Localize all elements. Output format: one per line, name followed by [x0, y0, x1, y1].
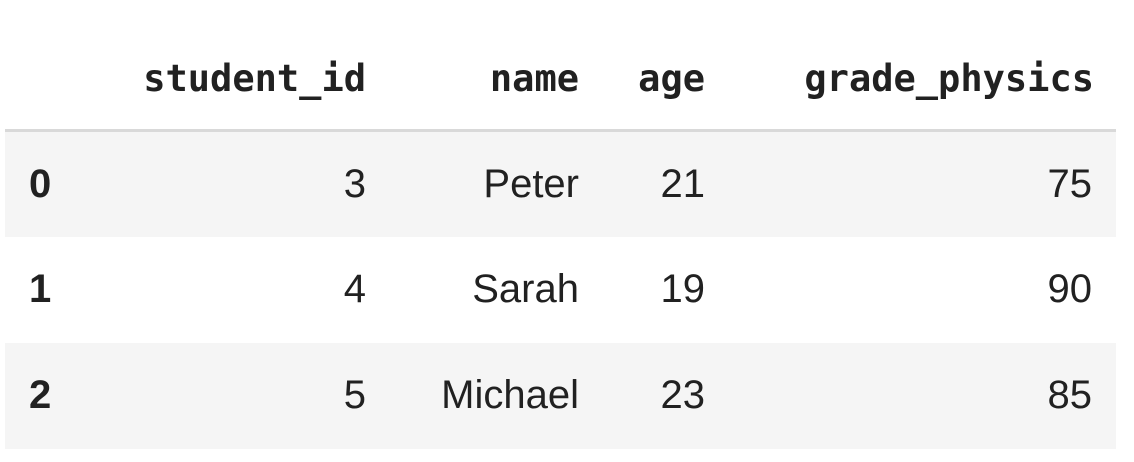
cell-grade-physics: 90: [1047, 267, 1093, 311]
column-header-grade-physics: grade_physics: [705, 27, 1116, 132]
cell-age: 23: [660, 373, 706, 417]
dataframe-table: student_id name age grade_physics 0 3 Pe…: [5, 27, 1116, 449]
table-header: student_id name age grade_physics: [5, 27, 1116, 132]
cell-name: Peter: [483, 161, 579, 206]
cell-name: Sarah: [472, 267, 579, 311]
column-header-student-id: student_id: [105, 27, 366, 132]
cell-student-id: 4: [343, 267, 366, 311]
table-body: 0 3 Peter 21 75 1 4 Sarah 19 90 2 5 Mich…: [5, 130, 1116, 449]
index-header: [5, 27, 105, 132]
column-header-name: name: [366, 27, 579, 132]
table-row: 1 4 Sarah 19 90: [5, 236, 1116, 343]
row-index: 0: [29, 161, 52, 206]
cell-grade-physics: 75: [1047, 161, 1093, 206]
cell-age: 21: [660, 161, 706, 206]
table-row: 2 5 Michael 23 85: [5, 342, 1116, 449]
cell-student-id: 5: [343, 373, 366, 417]
cell-age: 19: [660, 267, 706, 311]
row-index: 1: [29, 267, 52, 311]
cell-name: Michael: [441, 373, 579, 417]
column-header-age: age: [579, 27, 705, 132]
cell-student-id: 3: [343, 161, 366, 206]
row-index: 2: [29, 373, 52, 417]
table-row: 0 3 Peter 21 75: [5, 130, 1116, 237]
cell-grade-physics: 85: [1047, 373, 1093, 417]
header-row: student_id name age grade_physics: [5, 27, 1116, 132]
